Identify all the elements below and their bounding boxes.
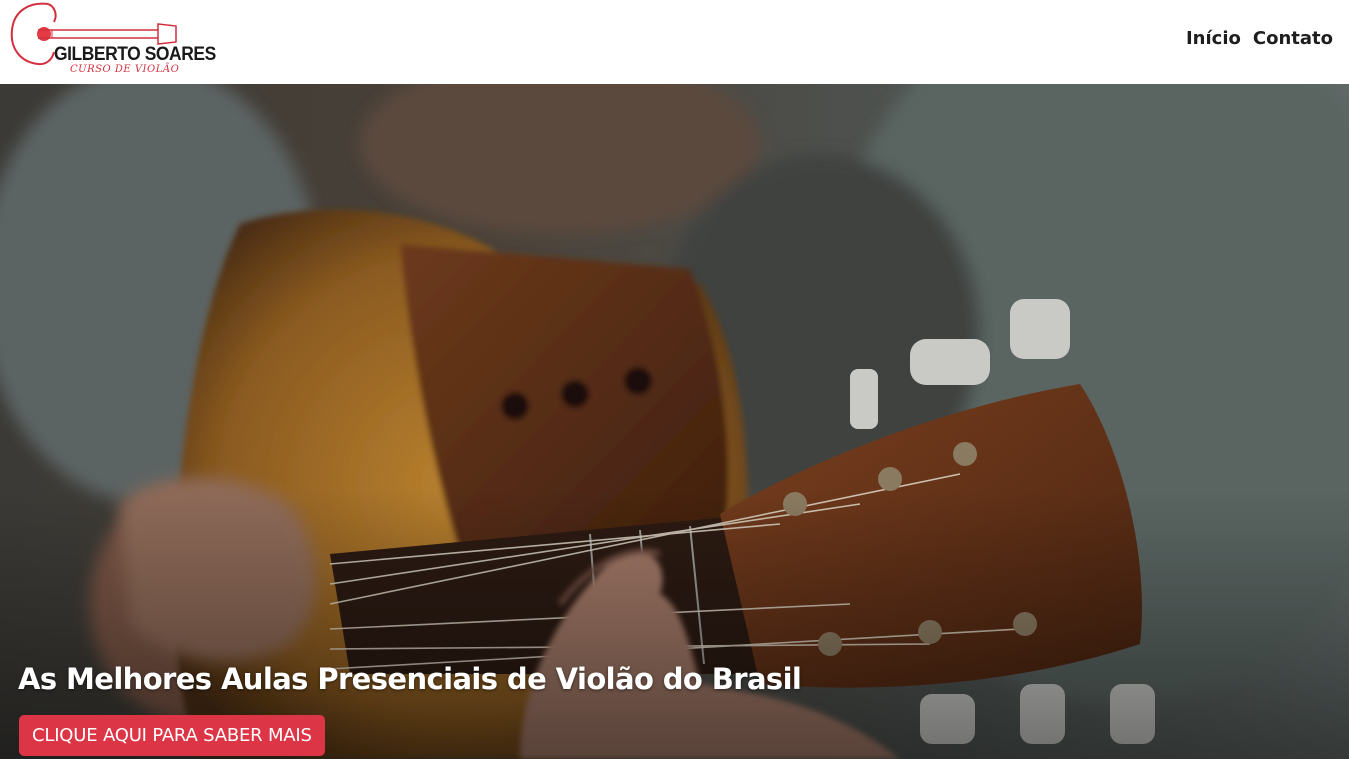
brand-logo[interactable]: GILBERTO SOARES CURSO DE VIOLÃO [8, 0, 216, 80]
brand-tagline: CURSO DE VIOLÃO [70, 64, 180, 75]
navbar: GILBERTO SOARES CURSO DE VIOLÃO Início C… [0, 0, 1349, 84]
nav-link-contato[interactable]: Contato [1253, 28, 1333, 49]
brand-name: GILBERTO SOARES [54, 44, 216, 65]
hero-section: As Melhores Aulas Presenciais de Violão … [0, 84, 1349, 759]
main-nav: Início Contato [1186, 28, 1333, 49]
nav-link-inicio[interactable]: Início [1186, 28, 1241, 49]
cta-button[interactable]: CLIQUE AQUI PARA SABER MAIS [19, 715, 325, 756]
hero-background-photo [0, 84, 1349, 759]
hero-title: As Melhores Aulas Presenciais de Violão … [18, 662, 802, 696]
